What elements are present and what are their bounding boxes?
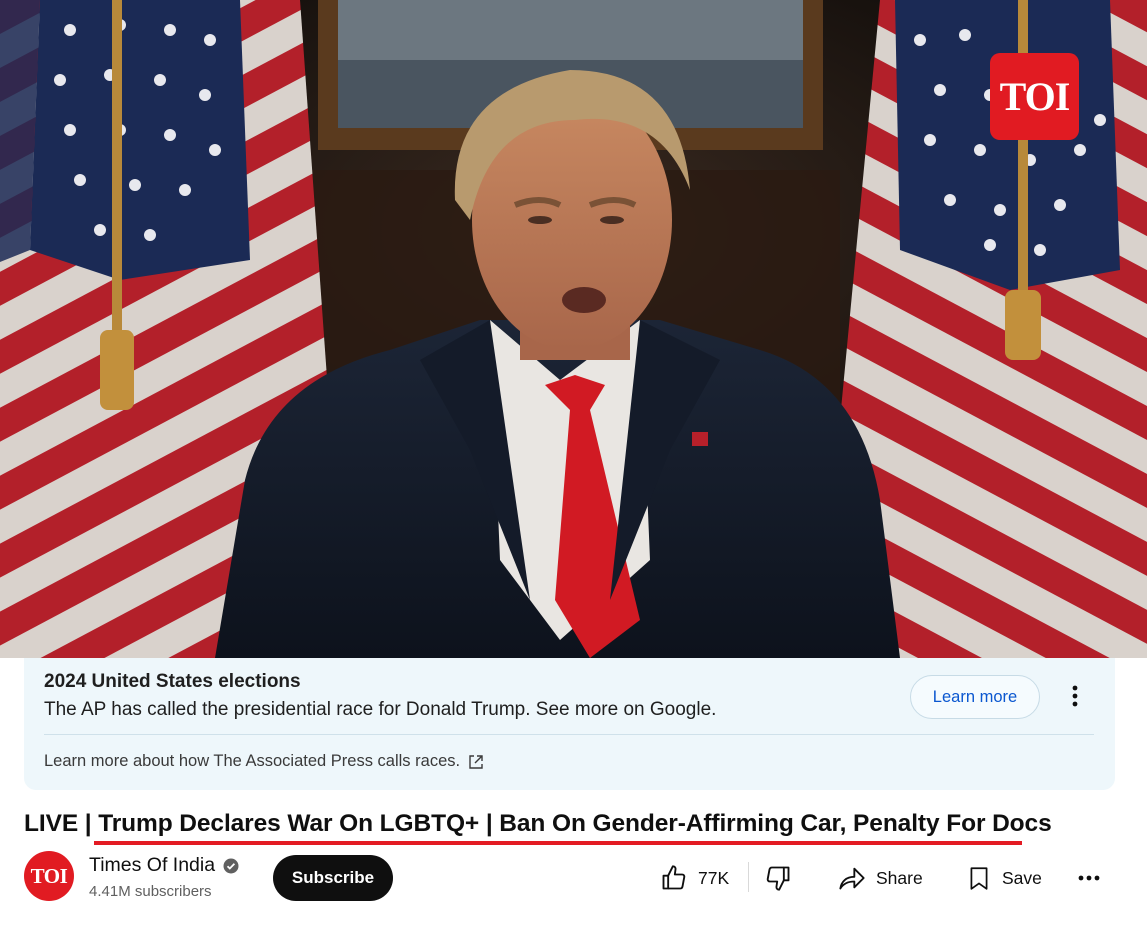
dislike-button[interactable]: [764, 858, 792, 898]
video-player[interactable]: TOI: [0, 0, 1147, 658]
like-dislike-divider: [748, 862, 749, 892]
video-title-prefix: LIVE |: [24, 810, 99, 837]
election-info-panel: 2024 United States elections The AP has …: [24, 658, 1115, 790]
video-title-main: Trump Declares War On LGBTQ+ | Ban On Ge…: [98, 810, 1052, 837]
video-frame-illustration: [0, 0, 1147, 658]
title-underline-annotation: [94, 841, 1022, 845]
bookmark-icon: [966, 864, 992, 892]
subscribe-button[interactable]: Subscribe: [273, 855, 393, 901]
toi-watermark-text: TOI: [999, 74, 1071, 119]
thumbs-up-icon: [660, 864, 688, 892]
external-link-icon: [468, 754, 484, 770]
learn-more-button[interactable]: Learn more: [910, 675, 1040, 719]
ap-info-link[interactable]: Learn more about how The Associated Pres…: [44, 752, 484, 771]
thumbs-down-icon: [764, 864, 792, 892]
toi-watermark-logo: TOI: [990, 53, 1079, 140]
video-title: LIVE | Trump Declares War On LGBTQ+ | Ba…: [24, 810, 1052, 838]
subscriber-count: 4.41M subscribers: [89, 883, 212, 900]
info-panel-divider: [44, 734, 1094, 735]
more-options-icon[interactable]: [1062, 682, 1088, 710]
more-horizontal-icon: [1078, 875, 1100, 881]
share-arrow-icon: [838, 864, 866, 892]
info-panel-title: 2024 United States elections: [44, 671, 301, 692]
channel-name-row[interactable]: Times Of India: [89, 854, 239, 877]
channel-avatar-text: TOI: [30, 863, 68, 888]
ap-info-link-text[interactable]: Learn more about how The Associated Pres…: [44, 752, 460, 771]
channel-name[interactable]: Times Of India: [89, 854, 215, 877]
verified-check-icon: [223, 858, 239, 874]
share-label: Share: [876, 867, 923, 888]
like-count: 77K: [698, 867, 730, 888]
save-label: Save: [1002, 867, 1042, 888]
more-actions-button[interactable]: [1078, 858, 1100, 898]
like-button[interactable]: 77K: [660, 858, 729, 898]
share-button[interactable]: Share: [838, 858, 923, 898]
info-panel-description: The AP has called the presidential race …: [44, 699, 717, 720]
save-button[interactable]: Save: [966, 858, 1042, 898]
channel-avatar[interactable]: TOI: [24, 851, 74, 901]
